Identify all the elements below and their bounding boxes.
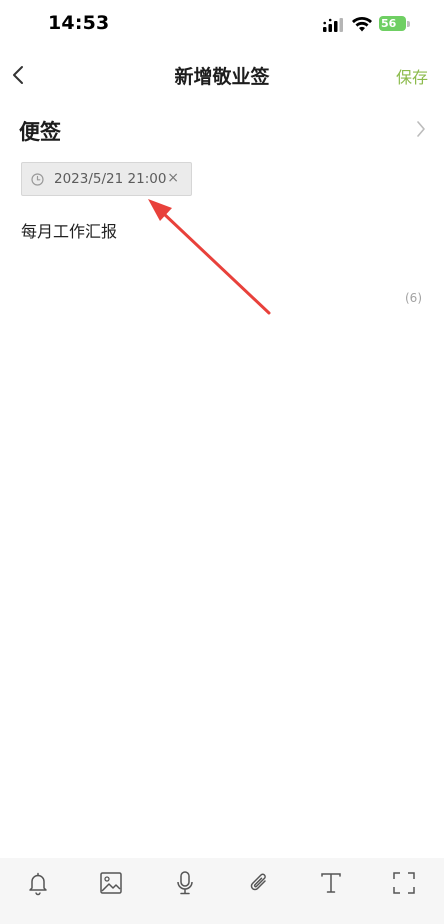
image-tool-button[interactable] bbox=[96, 868, 126, 898]
reminder-chip[interactable]: 2023/5/21 21:00 × bbox=[21, 162, 192, 196]
microphone-icon bbox=[177, 871, 193, 895]
header: 新增敬业签 保存 bbox=[0, 52, 444, 98]
wifi-icon bbox=[352, 17, 372, 32]
text-format-tool-button[interactable] bbox=[316, 868, 346, 898]
chevron-right-icon bbox=[417, 121, 425, 137]
bell-icon bbox=[29, 872, 47, 896]
battery-level: 56 bbox=[379, 16, 406, 31]
note-content[interactable]: 每月工作汇报 bbox=[21, 218, 117, 242]
image-icon bbox=[100, 872, 122, 894]
battery-cap bbox=[407, 21, 410, 27]
voice-tool-button[interactable] bbox=[170, 868, 200, 898]
fullscreen-icon bbox=[393, 872, 415, 894]
clock-icon bbox=[31, 173, 44, 186]
category-label: 便签 bbox=[19, 120, 61, 144]
cellular-signal-icon bbox=[323, 18, 343, 32]
paperclip-icon bbox=[250, 873, 266, 891]
reminder-tool-button[interactable] bbox=[23, 868, 53, 898]
status-bar: 14:53 56 bbox=[0, 0, 444, 52]
battery-indicator: 56 bbox=[379, 15, 413, 34]
reminder-datetime: 2023/5/21 21:00 bbox=[54, 171, 167, 187]
character-count: (6) bbox=[405, 291, 422, 305]
page-title: 新增敬业签 bbox=[174, 66, 270, 88]
text-format-icon bbox=[321, 873, 341, 893]
bottom-toolbar bbox=[0, 858, 444, 924]
attachment-tool-button[interactable] bbox=[244, 868, 274, 898]
status-time: 14:53 bbox=[48, 12, 110, 34]
fullscreen-tool-button[interactable] bbox=[389, 868, 419, 898]
screen: 14:53 56 新增敬业签 保存 便签 2023/5/21 21:00 × 每… bbox=[0, 0, 444, 924]
save-button[interactable]: 保存 bbox=[396, 64, 428, 88]
reminder-remove-button[interactable]: × bbox=[167, 170, 179, 186]
category-selector[interactable]: 便签 bbox=[0, 108, 444, 152]
